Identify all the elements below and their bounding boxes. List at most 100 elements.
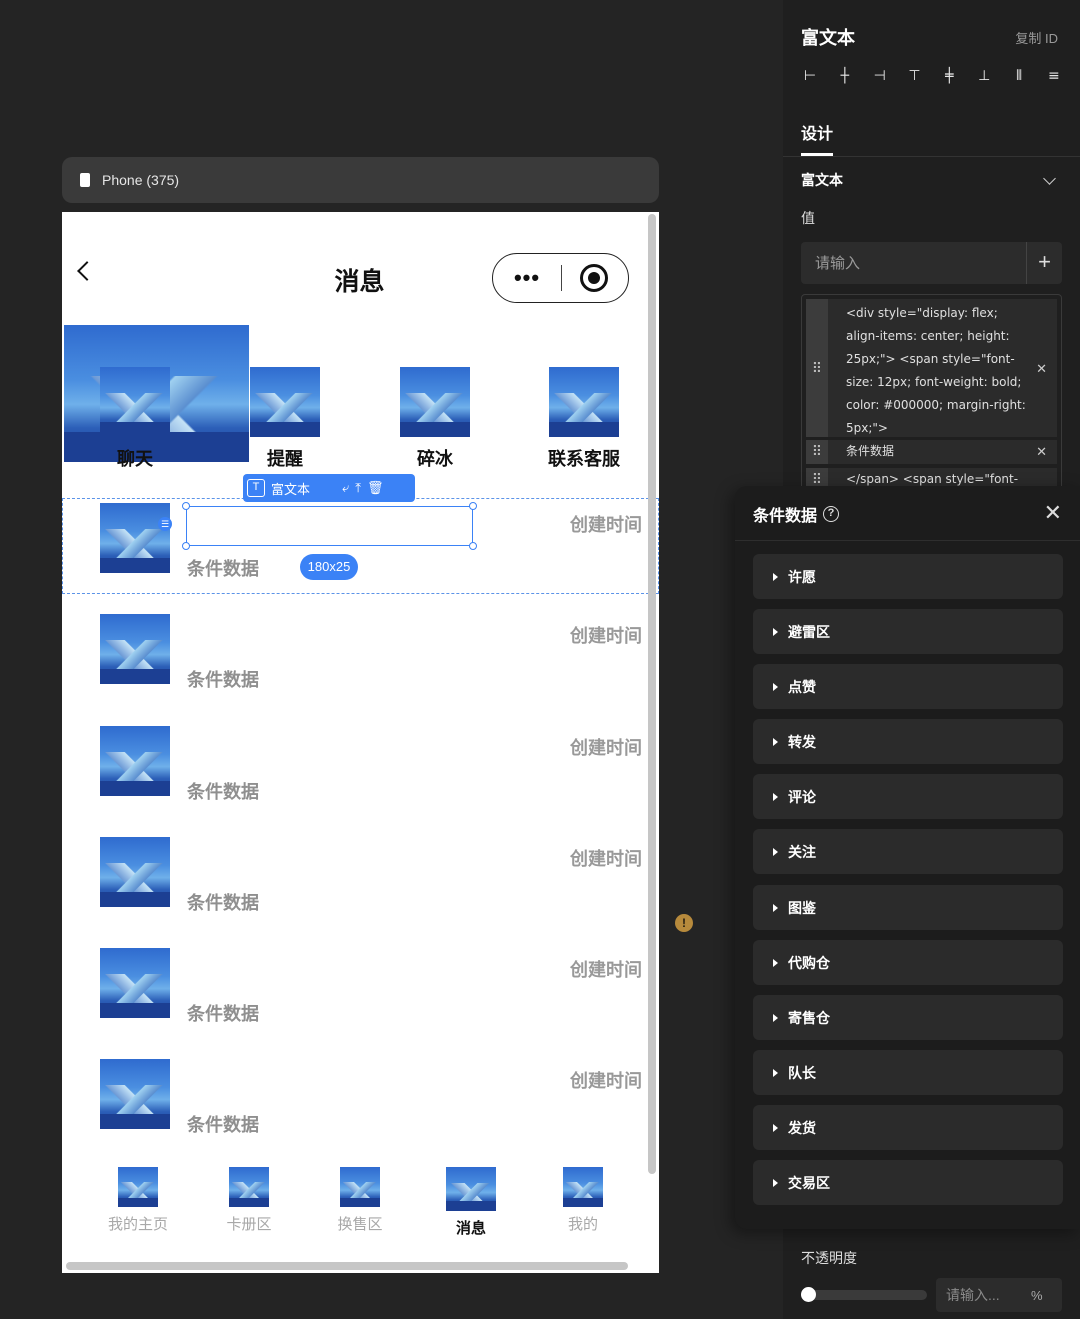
rich-text-selection[interactable]	[182, 502, 477, 550]
category-icebreak[interactable]: 碎冰	[380, 367, 490, 471]
remove-icon[interactable]: ✕	[1036, 440, 1047, 463]
condition-item-label: 寄售仓	[788, 1009, 830, 1026]
align-center-v-icon[interactable]: ╪	[940, 66, 958, 86]
code-text: <div style="display: flex; align-items: …	[846, 306, 1026, 435]
distribute-v-icon[interactable]: ≡	[1045, 66, 1063, 86]
drag-grip-icon[interactable]: ⠿	[806, 440, 828, 464]
message-row[interactable]: 条件数据 创建时间	[62, 948, 659, 1042]
condition-item[interactable]: 寄售仓	[753, 995, 1063, 1040]
condition-item[interactable]: 图鉴	[753, 885, 1063, 930]
caret-right-icon	[773, 1013, 778, 1022]
message-row[interactable]: 条件数据 创建时间	[62, 726, 659, 820]
resize-handle[interactable]	[469, 502, 477, 510]
tab-label: 消息	[455, 1220, 486, 1237]
move-to-top-icon[interactable]: ⤒	[355, 480, 361, 496]
condition-item[interactable]: 队长	[753, 1050, 1063, 1095]
add-icon[interactable]: +	[1026, 242, 1062, 284]
message-row[interactable]: 条件数据 创建时间	[62, 837, 659, 931]
caret-right-icon	[773, 958, 778, 967]
copy-id-button[interactable]: 复制 ID	[1015, 28, 1058, 47]
condition-item[interactable]: 转发	[753, 719, 1063, 764]
condition-item[interactable]: 关注	[753, 829, 1063, 874]
tab-design[interactable]: 设计	[801, 120, 833, 144]
category-chat[interactable]: 聊天	[80, 367, 190, 471]
popover-title: 条件数据	[753, 508, 818, 525]
drag-handle-icon[interactable]: ☰	[158, 517, 172, 531]
align-right-icon[interactable]: ⊣	[871, 66, 889, 86]
tab-exchange[interactable]: 换售区	[305, 1167, 415, 1234]
resize-handle[interactable]	[469, 542, 477, 550]
category-support[interactable]: 联系客服	[529, 367, 639, 471]
condition-item[interactable]: 避雷区	[753, 609, 1063, 654]
condition-item[interactable]: 发货	[753, 1105, 1063, 1150]
message-row[interactable]: 条件数据 创建时间	[62, 1059, 659, 1153]
condition-item[interactable]: 许愿	[753, 554, 1063, 599]
tab-messages[interactable]: 消息	[416, 1167, 526, 1238]
condition-item-label: 交易区	[788, 1174, 830, 1191]
condition-data-popover: 条件数据 ? ✕ 许愿 避雷区 点赞 转发 评论 关注 图鉴 代购仓 寄售仓 队…	[735, 486, 1080, 1229]
message-thumbnail	[100, 614, 170, 684]
opacity-input[interactable]	[936, 1278, 1031, 1312]
section-title[interactable]: 富文本	[801, 170, 843, 190]
tab-home[interactable]: 我的主页	[83, 1167, 193, 1234]
align-bottom-icon[interactable]: ⊥	[975, 66, 993, 86]
select-parent-icon[interactable]: ⤶	[342, 480, 349, 496]
condition-item[interactable]: 代购仓	[753, 940, 1063, 985]
created-time: 创建时间	[570, 626, 642, 646]
caret-right-icon	[773, 1178, 778, 1187]
condition-item[interactable]: 交易区	[753, 1160, 1063, 1205]
opacity-slider-knob[interactable]	[801, 1287, 816, 1302]
opacity-label: 不透明度	[801, 1250, 857, 1266]
category-reminder[interactable]: 提醒	[230, 367, 340, 471]
resize-handle[interactable]	[182, 542, 190, 550]
condition-item-label: 许愿	[788, 568, 816, 585]
close-target-icon[interactable]	[580, 264, 608, 292]
chevron-down-icon[interactable]	[1043, 172, 1056, 185]
help-icon[interactable]: ?	[823, 506, 840, 522]
tab-label: 我的	[567, 1216, 598, 1233]
category-image	[400, 367, 470, 437]
opacity-slider[interactable]	[801, 1290, 927, 1300]
align-top-icon[interactable]: ⊤	[906, 66, 924, 86]
warning-icon[interactable]: !	[675, 914, 693, 932]
condition-item[interactable]: 评论	[753, 774, 1063, 819]
drag-grip-icon[interactable]: ⠿	[806, 299, 828, 437]
tab-label: 我的主页	[107, 1216, 168, 1233]
resize-handle[interactable]	[182, 502, 190, 510]
horizontal-scrollbar[interactable]	[66, 1262, 628, 1270]
condition-item[interactable]: 点赞	[753, 664, 1063, 709]
tab-mine[interactable]: 我的	[528, 1167, 638, 1234]
close-icon[interactable]: ✕	[1044, 500, 1062, 526]
align-center-h-icon[interactable]: ┼	[836, 66, 854, 86]
device-selector[interactable]: Phone (375)	[62, 157, 659, 203]
distribute-h-icon[interactable]: ⫴	[1010, 66, 1028, 86]
tab-image	[563, 1167, 603, 1207]
align-left-icon[interactable]: ⊢	[801, 66, 819, 86]
tab-image	[229, 1167, 269, 1207]
panel-title: 富文本	[801, 28, 855, 48]
category-label: 聊天	[117, 449, 153, 469]
message-row[interactable]: 条件数据 创建时间	[62, 614, 659, 708]
mini-program-capsule: •••	[492, 253, 629, 303]
tab-cards[interactable]: 卡册区	[194, 1167, 304, 1234]
selection-type-label: 富文本	[271, 481, 311, 497]
message-thumbnail	[100, 726, 170, 796]
vertical-scrollbar[interactable]	[648, 214, 656, 1174]
tab-image	[446, 1167, 496, 1211]
category-image	[100, 367, 170, 437]
delete-icon[interactable]: 🗑	[367, 480, 384, 496]
tab-image	[118, 1167, 158, 1207]
code-item[interactable]: ⠿ 条件数据 ✕	[806, 440, 1057, 464]
code-item[interactable]: ⠿ <div style="display: flex; align-items…	[806, 299, 1057, 437]
popover-header: 条件数据 ?	[753, 502, 840, 526]
more-icon[interactable]: •••	[493, 253, 561, 303]
caret-right-icon	[773, 572, 778, 581]
tab-label: 换售区	[337, 1216, 383, 1233]
created-time: 创建时间	[570, 960, 642, 980]
condition-data: 条件数据	[187, 670, 259, 690]
remove-icon[interactable]: ✕	[1036, 357, 1047, 380]
value-input[interactable]	[801, 242, 1026, 284]
condition-data: 条件数据	[187, 782, 259, 802]
value-field: +	[801, 242, 1062, 284]
alignment-toolbar: ⊢ ┼ ⊣ ⊤ ╪ ⊥ ⫴ ≡	[801, 66, 1063, 86]
